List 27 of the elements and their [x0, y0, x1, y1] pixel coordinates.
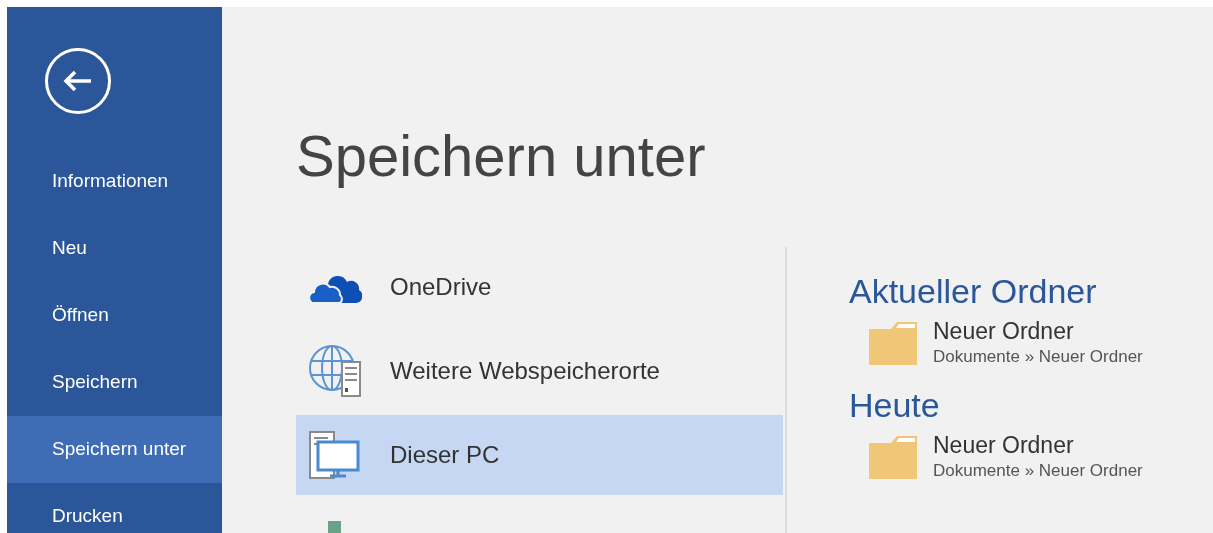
- back-arrow-icon: [63, 70, 93, 92]
- location-item[interactable]: OneDrive: [296, 247, 783, 327]
- menu-item[interactable]: Speichern: [7, 349, 222, 416]
- tile-icon: [328, 521, 341, 533]
- menu-item[interactable]: Neu: [7, 215, 222, 282]
- section-heading: Aktueller Ordner: [849, 271, 1098, 312]
- folder-item[interactable]: Neuer Ordner Dokumente » Neuer Ordner: [849, 317, 1143, 369]
- location-label: Weitere Webspeicherorte: [390, 356, 660, 386]
- folder-name: Neuer Ordner: [933, 317, 1075, 345]
- back-button[interactable]: [45, 48, 111, 114]
- computer-icon: [308, 430, 360, 480]
- section-heading: Heute: [849, 385, 941, 426]
- menu-item[interactable]: Öffnen: [7, 282, 222, 349]
- location-label: OneDrive: [390, 272, 492, 302]
- folder-item[interactable]: Neuer Ordner Dokumente » Neuer Ordner: [849, 431, 1143, 483]
- folder-icon: [869, 435, 917, 479]
- folder-name: Neuer Ordner: [933, 431, 1075, 459]
- menu-item[interactable]: Informationen: [7, 148, 222, 215]
- location-label: Dieser PC: [390, 440, 500, 470]
- folder-path: Dokumente » Neuer Ordner: [933, 346, 1143, 368]
- folder-icon: [869, 321, 917, 365]
- location-item[interactable]: Dieser PC: [296, 415, 783, 495]
- menu-item[interactable]: Drucken: [7, 483, 222, 533]
- menu-item[interactable]: Speichern unter: [7, 416, 222, 483]
- globe-server-icon: [308, 344, 362, 398]
- folder-path: Dokumente » Neuer Ordner: [933, 460, 1143, 482]
- location-item[interactable]: Weitere Webspeicherorte: [296, 331, 783, 411]
